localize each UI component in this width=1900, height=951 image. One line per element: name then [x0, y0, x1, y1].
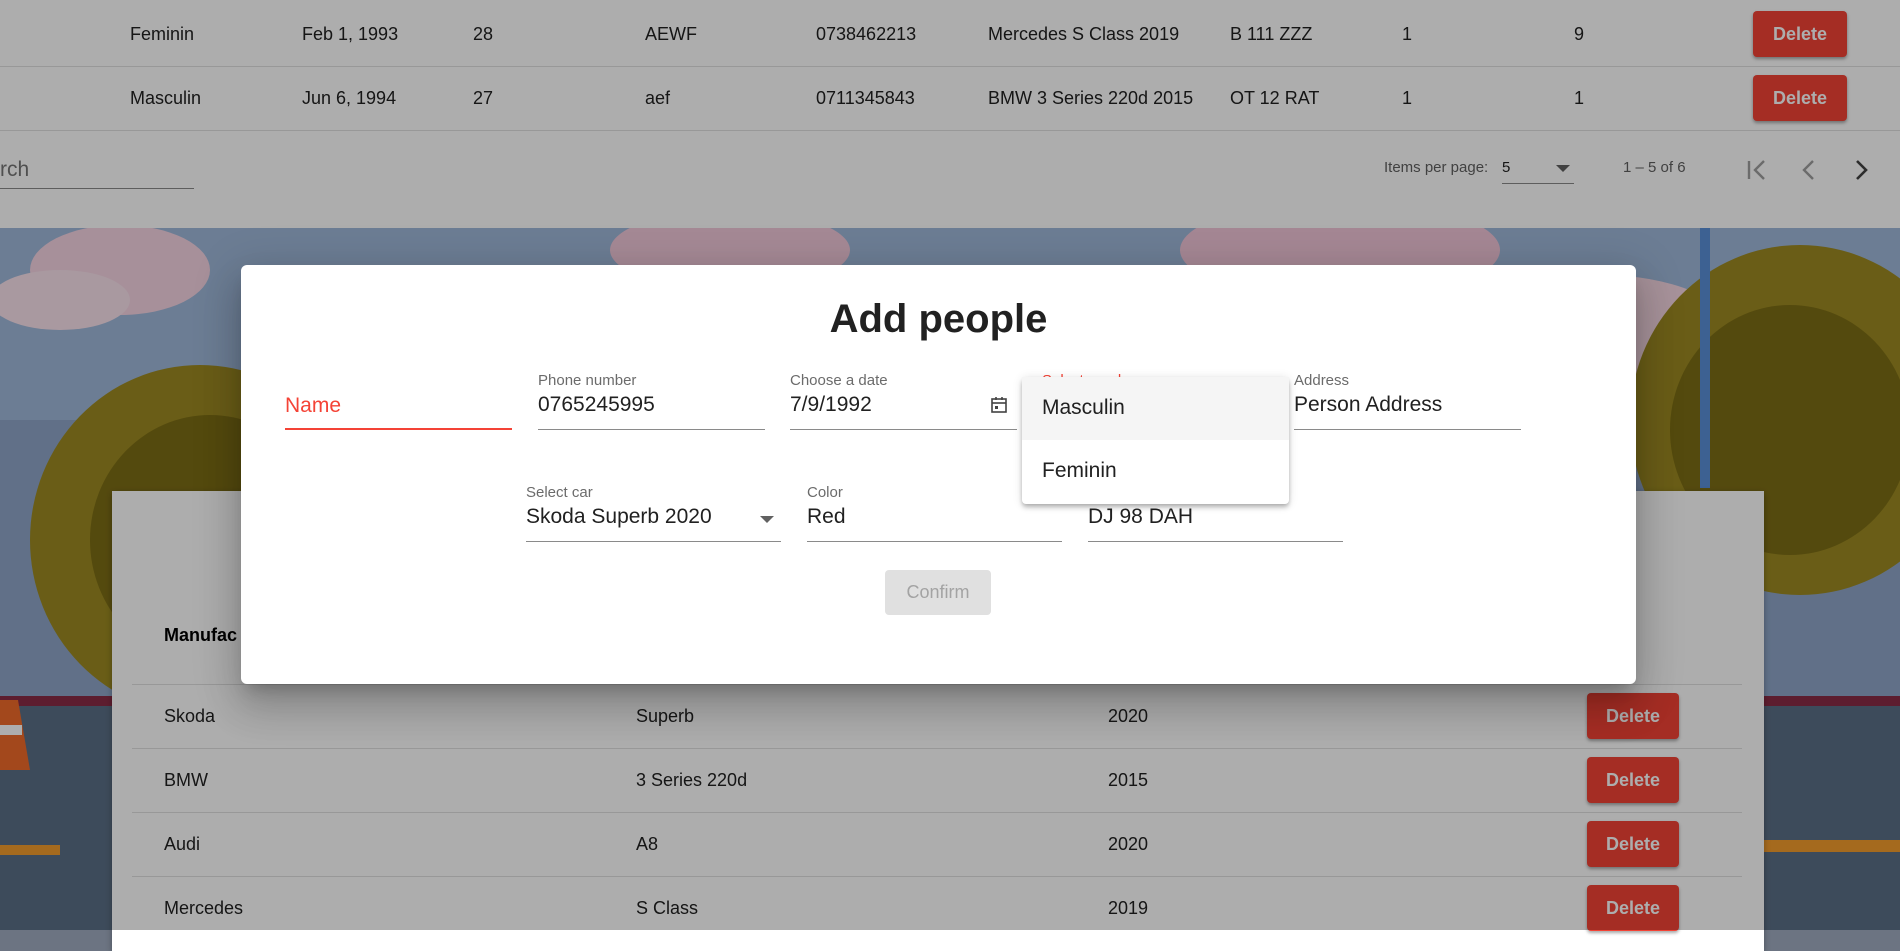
car-value: Skoda Superb 2020 [526, 505, 712, 528]
gender-option-feminin[interactable]: Feminin [1022, 440, 1289, 503]
plate-value: DJ 98 DAH [1088, 505, 1194, 528]
address-field[interactable]: Address Person Address [1294, 372, 1521, 430]
car-underline [526, 541, 781, 542]
chevron-down-icon [760, 516, 774, 523]
gender-option-label: Feminin [1042, 459, 1117, 482]
color-label: Color [807, 484, 843, 501]
date-underline [790, 429, 1017, 430]
add-people-dialog: Add people Name Phone number 0765245995 … [241, 265, 1636, 684]
calendar-icon[interactable] [990, 396, 1008, 414]
phone-underline [538, 429, 765, 430]
name-field[interactable]: Name [285, 373, 512, 430]
gender-option-masculin[interactable]: Masculin [1022, 377, 1289, 440]
phone-value: 0765245995 [538, 393, 655, 416]
date-label: Choose a date [790, 372, 888, 389]
color-value: Red [807, 505, 846, 528]
gender-dropdown-panel: Masculin Feminin [1022, 377, 1289, 504]
car-label: Select car [526, 484, 593, 501]
address-label: Address [1294, 372, 1350, 389]
gender-option-label: Masculin [1042, 396, 1125, 419]
color-underline [807, 541, 1062, 542]
phone-label: Phone number [538, 372, 637, 389]
address-underline [1294, 429, 1521, 430]
name-placeholder: Name [285, 394, 342, 417]
date-field[interactable]: Choose a date 7/9/1992 [790, 372, 1017, 430]
dialog-title: Add people [829, 297, 1048, 341]
name-underline [285, 428, 512, 430]
plate-underline [1088, 541, 1343, 542]
date-value: 7/9/1992 [790, 393, 872, 416]
car-select[interactable]: Select car Skoda Superb 2020 [526, 484, 781, 542]
address-value: Person Address [1294, 393, 1443, 416]
confirm-button[interactable]: Confirm [885, 570, 991, 615]
phone-field[interactable]: Phone number 0765245995 [538, 372, 765, 430]
